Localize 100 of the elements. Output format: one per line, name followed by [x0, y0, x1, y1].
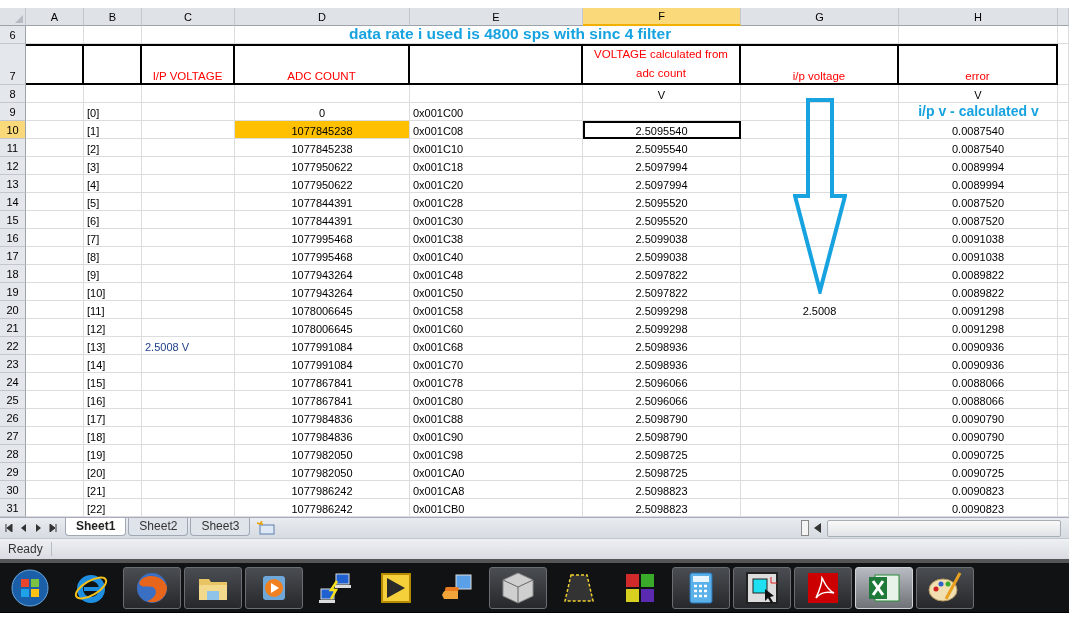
table-cell: 1077995468 [235, 229, 410, 247]
table-cell: [1] [84, 121, 142, 139]
table-cell: [17] [84, 409, 142, 427]
row-header[interactable]: 9 [0, 103, 26, 121]
taskbar-button[interactable] [184, 566, 242, 609]
table-cell: 0x001C48 [410, 265, 583, 283]
row-header[interactable]: 19 [0, 283, 26, 301]
table-cell [1058, 409, 1069, 427]
table-cell: 1077982050 [235, 463, 410, 481]
table-cell: 2.5097994 [583, 175, 741, 193]
table-cell [1058, 391, 1069, 409]
table-cell: 0x001C60 [410, 319, 583, 337]
row-header[interactable]: 7 [0, 44, 26, 85]
column-header[interactable]: H [899, 8, 1058, 26]
table-cell: [18] [84, 427, 142, 445]
table-cell [26, 301, 84, 319]
table-cell: 0x001C18 [410, 157, 583, 175]
row-header[interactable]: 23 [0, 355, 26, 373]
column-header[interactable]: D [235, 8, 410, 26]
table-cell: 0x001C80 [410, 391, 583, 409]
row-header[interactable]: 13 [0, 175, 26, 193]
table-cell: [4] [84, 175, 142, 193]
row-header[interactable]: 30 [0, 481, 26, 499]
row-header[interactable]: 27 [0, 427, 26, 445]
table-cell: V [899, 85, 1058, 103]
first-sheet-icon[interactable] [5, 524, 13, 532]
row-header[interactable]: 29 [0, 463, 26, 481]
table-cell [26, 121, 84, 139]
table-cell [26, 85, 84, 103]
split-handle[interactable] [801, 520, 809, 536]
row-header[interactable]: 31 [0, 499, 26, 517]
row-header[interactable]: 21 [0, 319, 26, 337]
table-cell: 2.5098725 [583, 463, 741, 481]
table-cell [26, 229, 84, 247]
taskbar-button[interactable] [245, 566, 303, 609]
scroll-thumb[interactable] [827, 519, 1061, 537]
row-header[interactable]: 24 [0, 373, 26, 391]
row-header[interactable]: 17 [0, 247, 26, 265]
table-cell [26, 193, 84, 211]
table-cell: ADC COUNT [235, 44, 410, 85]
row-header[interactable]: 12 [0, 157, 26, 175]
table-cell: 0.0089822 [899, 283, 1058, 301]
table-cell: error [899, 44, 1058, 85]
sheet-tab[interactable]: Sheet3 [190, 517, 251, 536]
column-header[interactable]: B [84, 8, 142, 26]
table-cell: [9] [84, 265, 142, 283]
column-header[interactable]: G [741, 8, 899, 26]
row-header[interactable]: 10 [0, 121, 26, 139]
table-cell [1058, 85, 1069, 103]
row-header[interactable]: 6 [0, 26, 26, 44]
table-cell: 2.5095520 [583, 211, 741, 229]
table-cell [1058, 26, 1069, 44]
table-cell: [5] [84, 193, 142, 211]
row-header[interactable]: 14 [0, 193, 26, 211]
sheet-tab[interactable]: Sheet2 [128, 517, 189, 536]
row-header[interactable]: 11 [0, 139, 26, 157]
table-cell: [15] [84, 373, 142, 391]
row-header[interactable]: 26 [0, 409, 26, 427]
table-cell: 2.5095540 [583, 121, 741, 139]
table-cell: 0.0090725 [899, 463, 1058, 481]
table-cell [1058, 319, 1069, 337]
column-header[interactable]: F [583, 8, 741, 26]
column-header[interactable]: C [142, 8, 235, 26]
previous-sheet-icon[interactable] [21, 524, 27, 532]
row-header[interactable]: 28 [0, 445, 26, 463]
table-cell [26, 103, 84, 121]
table-cell [26, 445, 84, 463]
last-sheet-icon[interactable] [49, 524, 57, 532]
table-cell: 0.0089994 [899, 157, 1058, 175]
table-cell: 0x001CA8 [410, 481, 583, 499]
table-cell: 2.5099298 [583, 301, 741, 319]
table-cell [84, 85, 142, 103]
note-text: i/p v - calculated v [899, 103, 1058, 121]
row-header[interactable]: 16 [0, 229, 26, 247]
column-header[interactable]: A [26, 8, 84, 26]
row-header[interactable]: 15 [0, 211, 26, 229]
row-header[interactable]: 20 [0, 301, 26, 319]
table-cell [1058, 121, 1069, 139]
taskbar-button[interactable] [794, 566, 852, 609]
table-cell: 1077982050 [235, 445, 410, 463]
table-cell: 0x001C40 [410, 247, 583, 265]
table-cell [1058, 427, 1069, 445]
row-header[interactable]: 25 [0, 391, 26, 409]
table-cell: 1078006645 [235, 319, 410, 337]
next-sheet-icon[interactable] [35, 524, 41, 532]
row-header[interactable]: 8 [0, 85, 26, 103]
table-cell: 0.0091038 [899, 229, 1058, 247]
taskbar-button[interactable] [672, 566, 730, 609]
table-cell: [10] [84, 283, 142, 301]
taskbar-button[interactable] [733, 566, 791, 609]
table-cell: 2.5096066 [583, 373, 741, 391]
column-header[interactable]: E [410, 8, 583, 26]
taskbar-button[interactable] [916, 566, 974, 609]
row-header[interactable]: 22 [0, 337, 26, 355]
taskbar-button[interactable] [489, 566, 547, 609]
row-header[interactable]: 18 [0, 265, 26, 283]
table-cell: 0.0089994 [899, 175, 1058, 193]
scroll-left-icon[interactable] [814, 523, 822, 533]
sheet-tab[interactable]: Sheet1 [65, 517, 127, 536]
table-cell [1058, 103, 1069, 121]
